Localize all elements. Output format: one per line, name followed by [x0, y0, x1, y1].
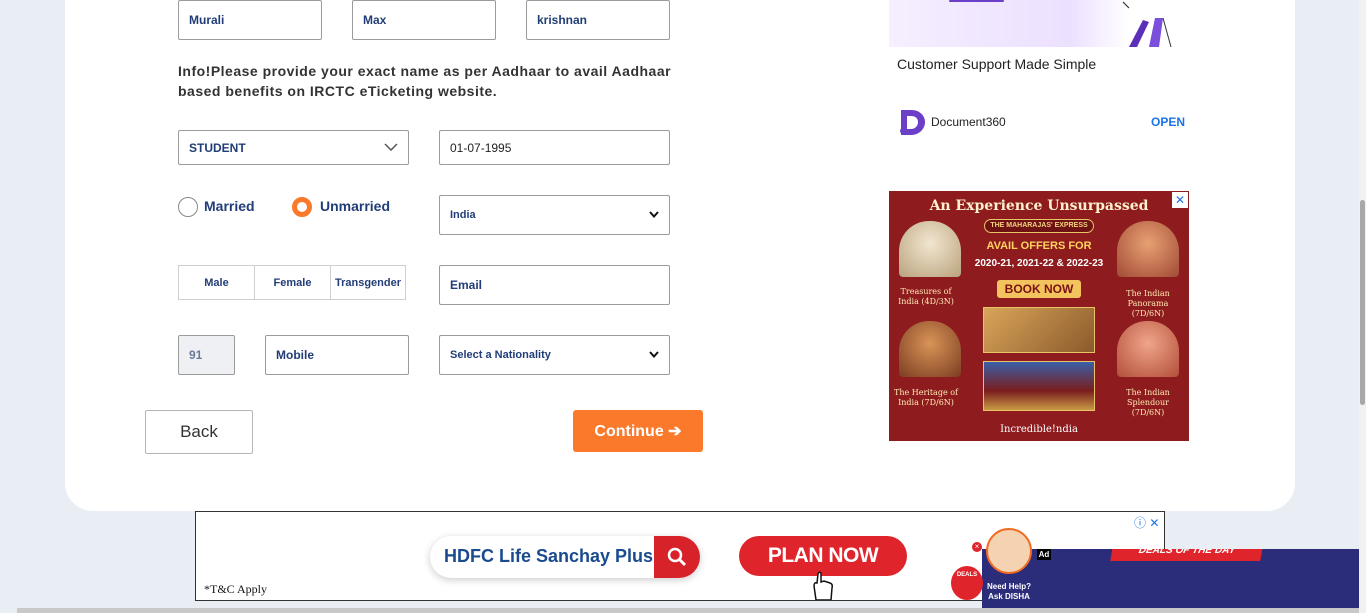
document360-logo-icon — [900, 110, 925, 135]
unmarried-label: Unmarried — [320, 198, 391, 214]
dob-field[interactable]: 01-07-1995 — [439, 130, 670, 165]
taj-mahal-image — [899, 221, 961, 277]
occupation-value: STUDENT — [189, 140, 246, 155]
terms-text: *T&C Apply — [204, 582, 268, 596]
gender-female-button[interactable]: Female — [254, 265, 331, 300]
train-interior-image — [983, 307, 1095, 353]
country-select[interactable]: India — [439, 195, 670, 235]
ad-pill: THE MAHARAJAS' EXPRESS — [984, 219, 1094, 233]
married-label: Married — [204, 198, 255, 214]
dob-value: 01-07-1995 — [450, 140, 512, 155]
hawa-mahal-image — [1117, 321, 1179, 377]
mobile-field[interactable]: Mobile — [265, 335, 409, 375]
ad-info-close-icons[interactable]: ⓘ ✕ — [1134, 514, 1159, 531]
close-icon[interactable]: × — [972, 542, 982, 552]
caption-splendour: The Indian Splendour (7D/6N) — [1126, 388, 1170, 417]
mobile-placeholder: Mobile — [276, 348, 314, 362]
banner-search-text: HDFC Life Sanchay Plus — [444, 546, 654, 566]
isd-code-field: 91 — [178, 335, 235, 375]
aadhaar-info-text: Info!Please provide your exact name as p… — [178, 63, 672, 99]
back-button[interactable]: Back — [145, 410, 253, 454]
fort-image — [899, 321, 961, 377]
person-illustration — [1122, 1, 1172, 47]
caption-panorama: The Indian Panorama (7D/6N) — [1126, 289, 1170, 318]
occupation-select[interactable]: STUDENT — [178, 130, 409, 165]
deals-badge-icon: DEALS — [951, 566, 983, 600]
married-radio[interactable] — [178, 197, 198, 217]
continue-button[interactable]: Continue ➔ — [573, 410, 703, 452]
gender-female-label: Female — [273, 276, 312, 289]
horizontal-scrollbar[interactable] — [17, 608, 1359, 613]
search-icon — [654, 536, 700, 578]
maharajas-express-ad[interactable]: An Experience Unsurpassed THE MAHARAJAS'… — [889, 191, 1189, 441]
ad-button-shape — [949, 0, 1004, 2]
disha-label: Need Help? Ask DISHA — [986, 582, 1031, 601]
middle-name-value: Max — [363, 13, 387, 27]
close-icon[interactable]: ✕ — [1172, 192, 1188, 208]
gender-male-label: Male — [204, 276, 229, 289]
last-name-field[interactable]: krishnan — [526, 0, 670, 40]
caption-treasures: Treasures of India (4D/3N) — [898, 287, 954, 306]
scrollbar-thumb[interactable] — [1360, 200, 1365, 405]
middle-name-field[interactable]: Max — [352, 0, 496, 40]
unmarried-radio[interactable] — [292, 197, 312, 217]
email-placeholder: Email — [450, 278, 483, 292]
banner-search-pill: HDFC Life Sanchay Plus — [430, 536, 700, 578]
ad-open-link[interactable]: OPEN — [1151, 115, 1185, 129]
book-now-button[interactable]: BOOK NOW — [997, 280, 1081, 298]
chevron-down-icon — [649, 349, 659, 361]
nationality-select[interactable]: Select a Nationality — [439, 335, 670, 375]
incredible-india-logo: Incredible!ndia — [1000, 424, 1078, 435]
disha-avatar — [986, 528, 1032, 574]
country-value: India — [450, 209, 476, 221]
document360-ad[interactable]: Customer Support Made Simple Document360… — [889, 0, 1189, 142]
ad-headline: An Experience Unsurpassed — [929, 198, 1149, 214]
vertical-scrollbar[interactable] — [1359, 0, 1366, 613]
isd-code-value: 91 — [189, 348, 203, 362]
email-field[interactable]: Email — [439, 265, 670, 305]
ad-illustration — [889, 0, 1189, 47]
caption-heritage: The Heritage of India (7D/6N) — [893, 388, 959, 407]
deals-ribbon: DEALS OF THE DAY — [1110, 549, 1264, 561]
first-name-value: Murali — [189, 13, 225, 27]
gender-transgender-button[interactable]: Transgender — [330, 265, 406, 300]
ad-title: Customer Support Made Simple — [897, 56, 1097, 72]
palace-image — [1117, 221, 1179, 277]
nationality-value: Select a Nationality — [450, 349, 551, 361]
chevron-down-icon — [649, 209, 659, 221]
ad-brand: Document360 — [931, 115, 1006, 129]
ad-label: Ad — [1037, 549, 1051, 560]
disha-help-widget[interactable]: Need Help? Ask DISHA — [984, 528, 1034, 604]
gender-transgender-label: Transgender — [334, 276, 402, 289]
hand-cursor-icon — [813, 571, 833, 600]
last-name-value: krishnan — [537, 13, 588, 27]
first-name-field[interactable]: Murali — [178, 0, 322, 40]
gender-male-button[interactable]: Male — [178, 265, 255, 300]
chevron-down-icon — [384, 142, 398, 154]
train-exterior-image — [983, 361, 1095, 411]
